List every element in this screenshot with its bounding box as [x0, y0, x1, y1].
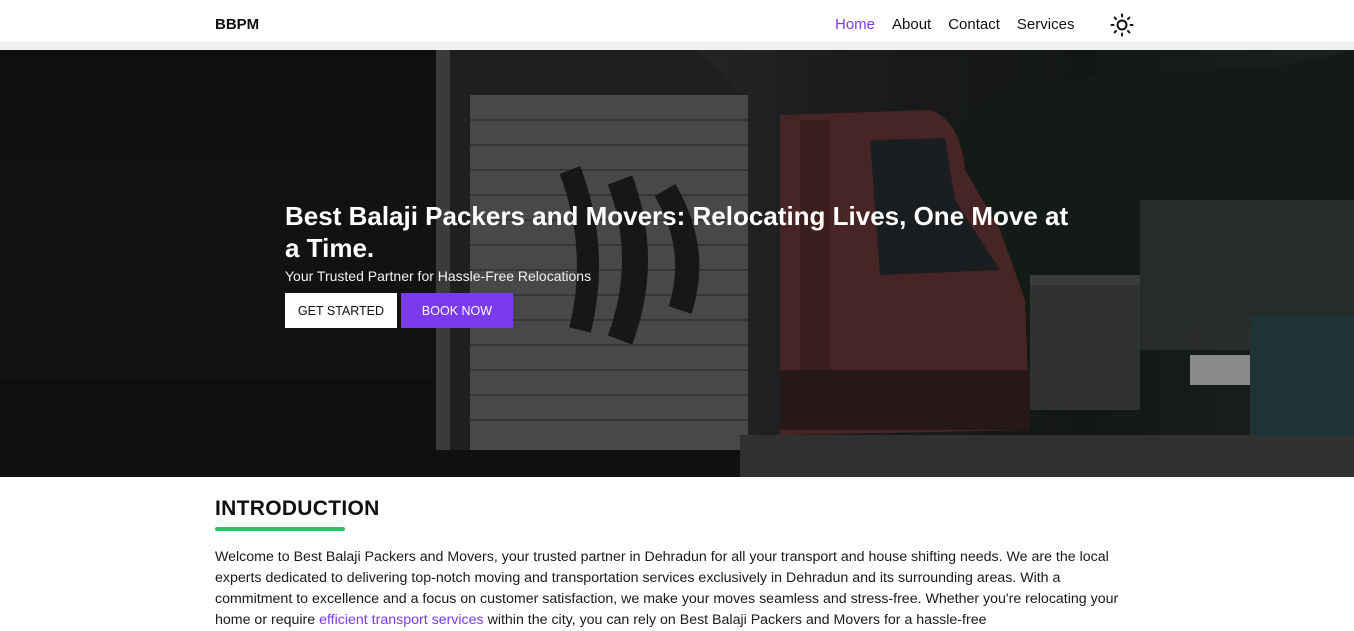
- nav-link-about[interactable]: About: [892, 16, 931, 33]
- sun-icon[interactable]: [1110, 13, 1134, 37]
- hero-section: Best Balaji Packers and Movers: Relocati…: [0, 50, 1354, 477]
- intro-text-end: within the city, you can rely on Best Ba…: [483, 612, 987, 628]
- brand-logo[interactable]: BBPM: [215, 16, 259, 33]
- introduction-heading: INTRODUCTION: [215, 497, 380, 520]
- nav-link-services[interactable]: Services: [1017, 16, 1075, 33]
- navbar-divider: [0, 42, 1354, 50]
- get-started-button[interactable]: GET STARTED: [285, 293, 397, 328]
- hero-subtitle: Your Trusted Partner for Hassle-Free Rel…: [285, 268, 592, 284]
- hero-buttons: GET STARTED BOOK NOW: [285, 293, 1075, 328]
- book-now-button[interactable]: BOOK NOW: [401, 293, 513, 328]
- introduction-section: INTRODUCTION Welcome to Best Balaji Pack…: [215, 477, 1140, 631]
- hero-title: Best Balaji Packers and Movers: Relocati…: [285, 201, 1069, 263]
- nav-link-contact[interactable]: Contact: [948, 16, 1000, 33]
- nav-link-home[interactable]: Home: [835, 16, 875, 33]
- transport-services-link[interactable]: efficient transport services: [319, 612, 484, 628]
- hero-content: Best Balaji Packers and Movers: Relocati…: [285, 200, 1075, 328]
- introduction-text: Welcome to Best Balaji Packers and Mover…: [215, 547, 1140, 631]
- heading-underline: [215, 527, 345, 531]
- nav-links: Home About Contact Services: [835, 16, 1074, 33]
